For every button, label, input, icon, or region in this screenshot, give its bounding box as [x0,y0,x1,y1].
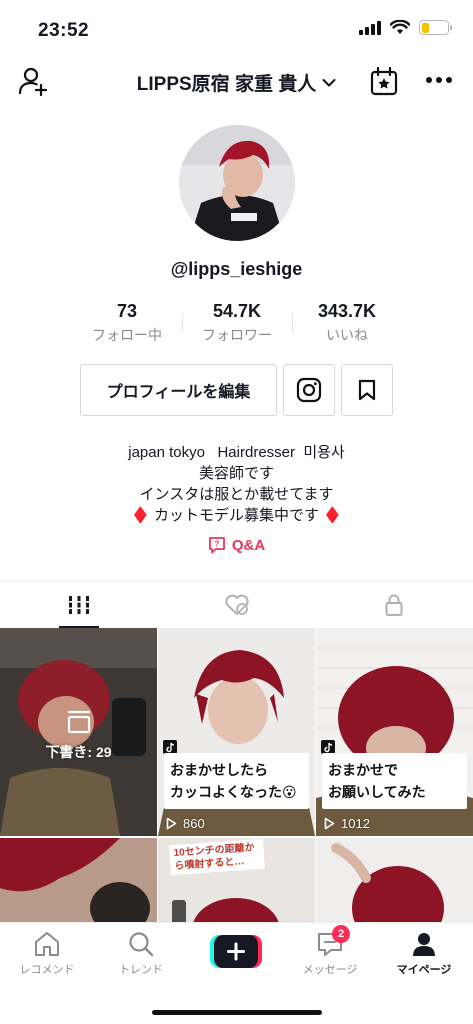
liked-hidden-icon [224,594,249,615]
bio-line: インスタは服とか載せてます [139,486,334,503]
chevron-down-icon [322,78,336,86]
nav-label: トレンド [119,964,163,976]
nav-home[interactable]: レコメンド [0,931,94,977]
bookmark-icon [358,379,376,401]
video-caption: おまかせで お願いしてみた [322,753,467,809]
nav-discover[interactable]: トレンド [94,931,188,977]
bio-line: japan tokyo Hairdresser 미용사 [128,444,345,461]
home-icon [35,932,59,956]
stat-label: いいね [326,327,368,343]
nav-label: レコメンド [19,964,75,976]
svg-text:?: ? [214,540,219,549]
qa-link[interactable]: ? Q&A [0,536,473,554]
drafts-count: 下書き: 29 [45,744,112,760]
account-switcher[interactable]: LIPPS原宿 家重 貴人 [0,69,473,96]
caption-line: おまかせしたら [170,762,268,778]
video-tile[interactable]: 10センチの距離から噴射すると… [158,838,315,928]
caption-line: お願いしてみた [328,784,426,800]
nav-label: メッセージ [302,964,358,976]
status-bar: 23:52 [0,0,473,58]
stat-label: フォロー中 [92,327,162,343]
caption-line: カッコよくなった😮 [170,784,297,800]
tab-videos[interactable] [0,581,158,628]
drafts-overlay: 下書き: 29 [0,710,157,762]
stat-label: フォロワー [202,327,272,343]
video-tile[interactable]: おまかせで お願いしてみた 1012 [316,628,473,836]
drafts-icon [67,710,90,734]
username: @lipps_ieshige [170,259,303,279]
bio-line: 美容師です [198,465,274,482]
page-title: LIPPS原宿 家重 貴人 [136,74,317,95]
likes-stat[interactable]: 343.7K いいね [292,300,402,350]
caption-line: おまかせで [328,762,398,778]
stat-value: 73 [116,301,138,321]
bottom-nav: レコメンド トレンド 2 メッセージ マイページ [0,922,473,1024]
qa-icon: ? [208,537,225,554]
profile-bio: japan tokyo Hairdresser 미용사 美容師です インスタは服… [0,442,473,526]
avatar-image [179,125,295,241]
video-grid: 下書き: 29 おまかせしたら カッコよくなった😮 860 おまかせで お願いし… [0,628,473,928]
video-tile[interactable] [0,838,157,928]
more-options-icon[interactable] [425,68,453,92]
drafts-tile[interactable]: 下書き: 29 [0,628,157,836]
battery-fill [421,22,429,33]
view-count: 860 [166,816,205,831]
play-icon [166,817,177,830]
stat-value: 54.7K [212,301,262,321]
content-tabs [0,580,473,628]
avatar[interactable] [179,125,295,241]
wifi-icon [390,20,410,34]
signal-icon [359,20,381,35]
home-indicator [152,1010,322,1015]
nav-profile[interactable]: マイページ [377,931,471,977]
instagram-icon [296,377,322,403]
nav-label: マイページ [396,964,452,976]
video-thumbnail [0,838,157,928]
tiktok-icon [321,740,335,754]
lock-icon [385,594,403,616]
notification-badge: 2 [332,925,350,943]
create-button[interactable] [210,935,262,968]
tab-liked[interactable] [158,581,316,628]
tiktok-icon [163,740,177,754]
grid-icon [68,595,89,614]
calendar-star-icon[interactable] [370,66,398,96]
profile-icon [413,933,435,956]
video-thumbnail [316,838,473,928]
qa-label: Q&A [231,536,266,554]
profile-stats: 73 フォロー中 54.7K フォロワー 343.7K いいね [72,300,402,350]
battery-icon [419,20,452,35]
video-tile[interactable]: おまかせしたら カッコよくなった😮 860 [158,628,315,836]
views-value: 1012 [341,816,370,831]
video-caption: おまかせしたら カッコよくなった😮 [164,753,309,809]
tab-private[interactable] [315,581,473,628]
search-icon [129,932,154,957]
favorites-button[interactable] [341,364,393,416]
status-icons [359,20,452,35]
profile-header: LIPPS原宿 家重 貴人 [0,58,473,106]
edit-profile-button[interactable]: プロフィールを編集 [80,364,277,416]
profile-actions: プロフィールを編集 [80,364,393,416]
status-time: 23:52 [38,20,90,41]
following-stat[interactable]: 73 フォロー中 [72,300,182,350]
view-count: 1012 [324,816,370,831]
views-value: 860 [183,816,205,831]
stat-value: 343.7K [317,301,377,321]
play-icon [324,817,335,830]
nav-inbox[interactable]: 2 メッセージ [283,925,377,977]
instagram-button[interactable] [283,364,335,416]
bio-line: ♦️ カットモデル募集中です ♦️ [131,507,342,524]
followers-stat[interactable]: 54.7K フォロワー [182,300,292,350]
video-tile[interactable] [316,838,473,928]
